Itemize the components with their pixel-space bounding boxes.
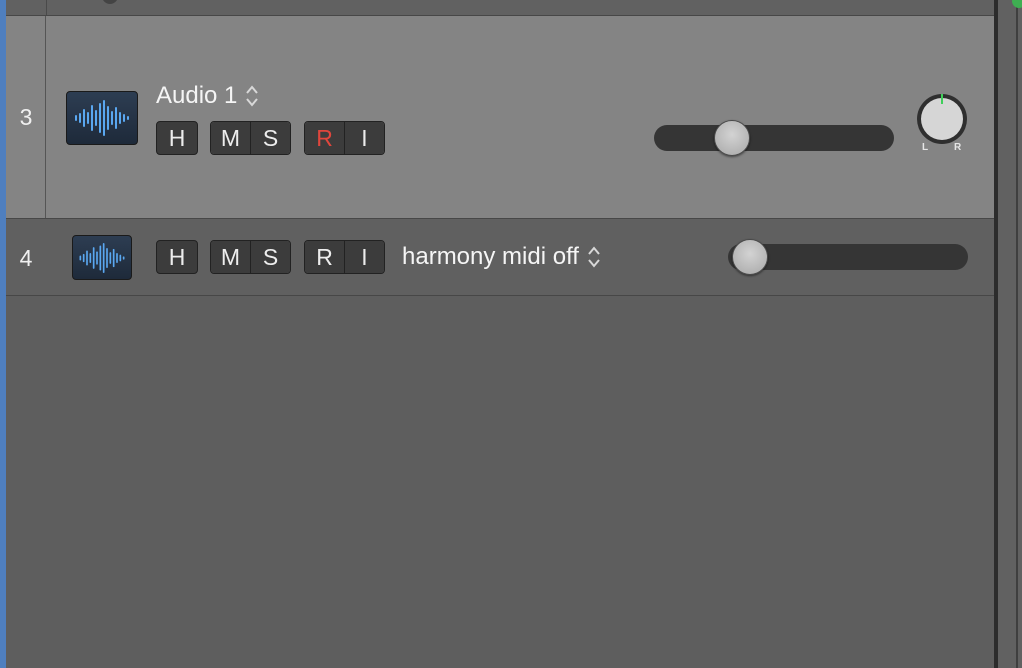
mute-solo-group: M S — [210, 240, 291, 274]
track-number-column — [6, 0, 47, 15]
track-header-3[interactable]: 3 Audio 1 H M S R I L R — [6, 16, 994, 219]
record-enable-button[interactable]: R — [305, 122, 344, 154]
track-number: 3 — [19, 104, 33, 130]
volume-slider-handle[interactable] — [732, 239, 768, 275]
record-enable-button[interactable]: R — [305, 241, 344, 273]
pan-knob[interactable]: L R — [914, 92, 970, 156]
hide-button[interactable]: H — [156, 121, 198, 155]
mute-button[interactable]: M — [211, 122, 250, 154]
waveform-icon — [79, 242, 125, 273]
pan-right-label: R — [954, 142, 962, 153]
track-name-menu[interactable]: harmony midi off — [402, 243, 601, 271]
audio-waveform-icon[interactable] — [72, 235, 132, 280]
solo-button[interactable]: S — [250, 122, 290, 154]
mute-button[interactable]: M — [211, 241, 250, 273]
audio-waveform-icon[interactable] — [66, 91, 138, 145]
record-input-group: R I — [304, 121, 385, 155]
volume-slider-handle[interactable] — [714, 120, 750, 156]
record-input-group: R I — [304, 240, 385, 274]
volume-slider[interactable] — [654, 120, 894, 156]
hide-button[interactable]: H — [156, 240, 198, 274]
waveform-icon — [75, 100, 129, 136]
volume-slider[interactable] — [728, 239, 968, 275]
track-name: Audio 1 — [156, 82, 238, 109]
mute-solo-group: M S — [210, 121, 291, 155]
up-down-chevron-icon — [588, 246, 600, 268]
track-name-menu[interactable]: Audio 1 — [156, 82, 259, 110]
edge-line — [1016, 0, 1018, 668]
pan-dial-icon — [917, 94, 967, 144]
track-number: 4 — [19, 245, 33, 271]
track-row-partial — [6, 0, 994, 16]
up-down-chevron-icon — [246, 85, 259, 107]
partial-icon — [102, 0, 118, 4]
input-monitor-button[interactable]: I — [344, 241, 384, 273]
input-monitor-button[interactable]: I — [344, 122, 384, 154]
track-header-4[interactable]: 4 H M S R I harmony midi off — [6, 219, 994, 296]
solo-button[interactable]: S — [250, 241, 290, 273]
tracks-area-edge — [998, 0, 1022, 668]
pan-left-label: L — [922, 142, 929, 153]
track-name: harmony midi off — [402, 243, 579, 270]
